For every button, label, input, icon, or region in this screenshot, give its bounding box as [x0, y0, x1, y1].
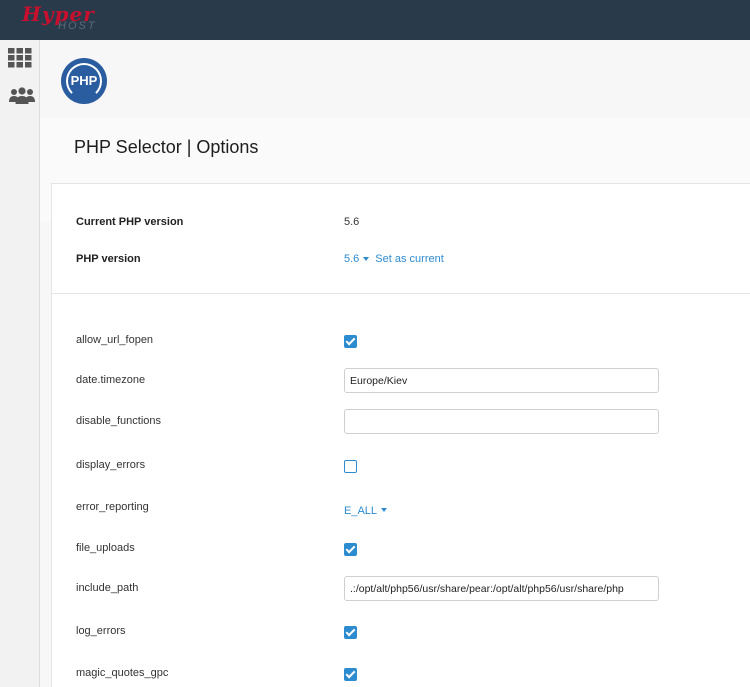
php-version-dropdown[interactable]: 5.6: [344, 253, 359, 265]
brand-logo[interactable]: Hyper HOST: [22, 2, 122, 38]
allow-url-fopen-checkbox[interactable]: [344, 335, 357, 348]
apps-grid-icon[interactable]: [8, 48, 34, 72]
options-panel: Current PHP version 5.6 PHP version 5.6 S…: [51, 183, 750, 687]
php-logo-text: PHP: [70, 73, 98, 88]
option-label-disable-functions: disable_functions: [76, 415, 162, 427]
top-bar: Hyper HOST: [0, 0, 750, 40]
current-version-value: 5.6: [344, 216, 360, 228]
date-timezone-input[interactable]: [344, 368, 659, 393]
include-path-input[interactable]: [344, 576, 659, 601]
page-title: PHP Selector | Options: [74, 137, 259, 157]
current-version-label: Current PHP version: [76, 216, 184, 228]
php-logo-icon: PHP: [61, 58, 107, 104]
option-label-include-path: include_path: [76, 582, 139, 594]
brand-sub: HOST: [58, 20, 97, 32]
set-as-current-link[interactable]: Set as current: [375, 253, 443, 265]
log-errors-checkbox[interactable]: [344, 626, 357, 639]
option-label-log-errors: log_errors: [76, 625, 126, 637]
error-reporting-dropdown[interactable]: E_ALL: [344, 501, 393, 519]
php-version-controls: 5.6 Set as current: [344, 253, 444, 265]
disable-functions-input[interactable]: [344, 409, 659, 434]
chevron-down-icon: [381, 507, 388, 512]
option-label-allow-url-fopen: allow_url_fopen: [76, 334, 154, 346]
chevron-down-icon: [363, 257, 370, 262]
sidebar: [0, 40, 40, 687]
users-icon[interactable]: [8, 86, 35, 110]
option-label-date-timezone: date.timezone: [76, 374, 146, 386]
header-area: PHP: [40, 40, 750, 118]
magic-quotes-gpc-checkbox[interactable]: [344, 668, 357, 681]
file-uploads-checkbox[interactable]: [344, 543, 357, 556]
option-label-magic-quotes-gpc: magic_quotes_gpc: [76, 667, 169, 679]
option-label-file-uploads: file_uploads: [76, 542, 135, 554]
option-label-error-reporting: error_reporting: [76, 501, 149, 513]
option-label-display-errors: display_errors: [76, 459, 146, 471]
display-errors-checkbox[interactable]: [344, 460, 357, 473]
version-section: Current PHP version 5.6 PHP version 5.6 S…: [52, 184, 750, 294]
error-reporting-value[interactable]: E_ALL: [344, 505, 377, 517]
php-version-label: PHP version: [76, 253, 141, 265]
main-content: PHP PHP Selector | Options Current PHP v…: [40, 40, 750, 687]
